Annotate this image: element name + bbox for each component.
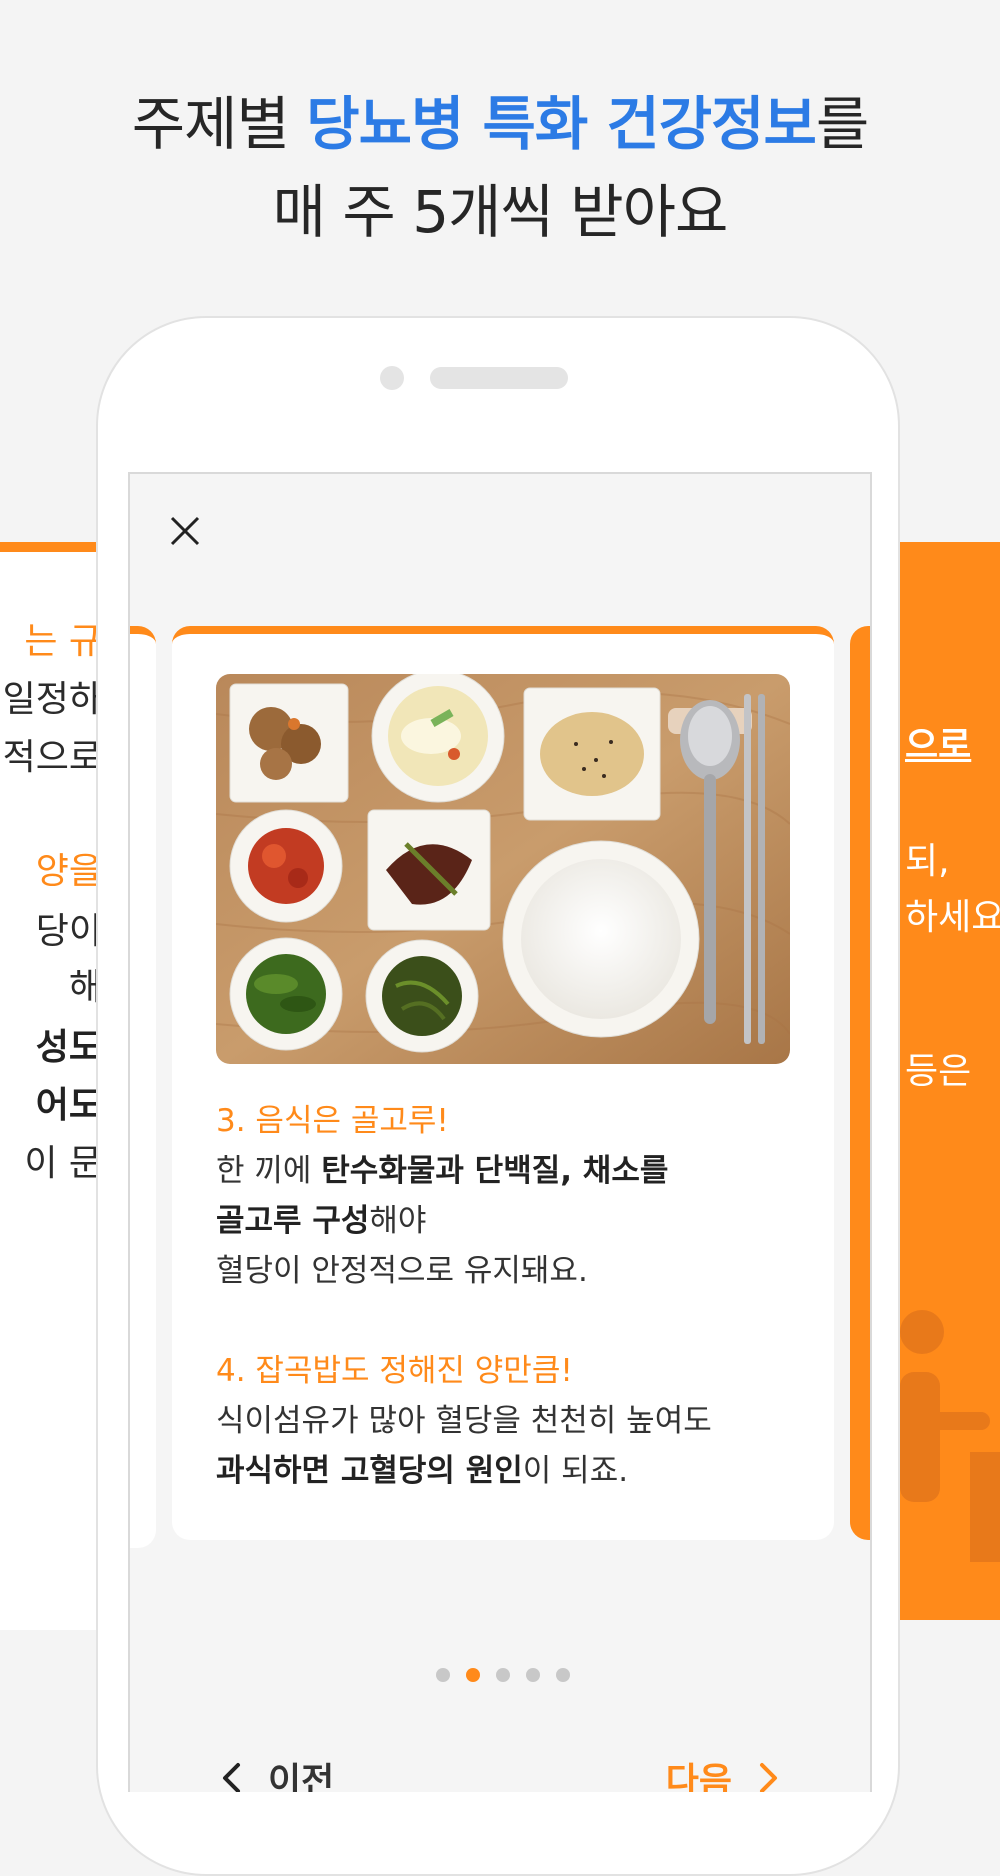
left-peek-text: 양을 xyxy=(35,851,96,892)
next-button[interactable]: 다음 xyxy=(666,1752,780,1792)
body-text: 해야 xyxy=(369,1203,427,1239)
left-peek-text: 정적으로 xyxy=(0,737,96,778)
page-dot[interactable] xyxy=(436,1668,450,1682)
right-peek-text: 되, xyxy=(905,841,950,882)
section-3-title: 3. 음식은 골고루! xyxy=(216,1103,449,1139)
chevron-left-icon xyxy=(223,1763,240,1792)
next-card-peek[interactable] xyxy=(850,626,870,1540)
next-card-background: 으로되, 하세요등은 xyxy=(900,542,1000,1620)
close-icon[interactable] xyxy=(168,514,202,548)
headline-text: 를 xyxy=(815,90,869,158)
prev-button[interactable]: 이전 xyxy=(220,1752,334,1792)
page-indicator xyxy=(436,1668,570,1682)
page-dot[interactable] xyxy=(556,1668,570,1682)
body-text: 한 끼에 xyxy=(216,1153,322,1189)
previous-card-background: 는 규일정하정적으로양을당이 해성도 어도이 문 xyxy=(0,542,96,1630)
food-tray-image xyxy=(216,674,790,1064)
speaker-grille xyxy=(430,367,568,389)
headline: 주제별 당뇨병 특화 건강정보를 매 주 5개씩 받아요 xyxy=(0,80,1000,256)
section-4-line-1: 식이섬유가 많아 혈당을 천천히 높여도 xyxy=(216,1403,712,1439)
body-text: 이 되죠. xyxy=(522,1453,629,1489)
camera-dot xyxy=(380,366,404,390)
chevron-right-icon xyxy=(760,1763,777,1792)
left-peek-text: 당이 xyxy=(35,911,96,952)
left-peek-text: 해 xyxy=(69,958,96,1010)
section-4-line-2: 과식하면 고혈당의 원인이 되죠. xyxy=(216,1446,806,1496)
section-3-line-3: 혈당이 안정적으로 유지돼요. xyxy=(216,1253,588,1289)
headline-highlight: 당뇨병 특화 건강정보 xyxy=(306,90,817,158)
phone-mockup: 3. 음식은 골고루! 한 끼에 탄수화물과 단백질, 채소를 골고루 구성해야… xyxy=(96,316,900,1876)
left-peek-text: 어도 xyxy=(35,1085,96,1126)
emphasis-text: 과식하면 고혈당의 원인 xyxy=(216,1453,523,1489)
previous-card-peek[interactable] xyxy=(130,626,156,1548)
emphasis-text: 골고루 구성 xyxy=(216,1203,370,1239)
right-peek-text: 으로 xyxy=(905,725,972,766)
card-body: 3. 음식은 골고루! 한 끼에 탄수화물과 단백질, 채소를 골고루 구성해야… xyxy=(216,1096,806,1496)
left-peek-text: 일정하 xyxy=(2,679,96,720)
section-3-line-1: 한 끼에 탄수화물과 단백질, 채소를 xyxy=(216,1146,806,1196)
headline-line-2: 매 주 5개씩 받아요 xyxy=(272,178,729,246)
next-label: 다음 xyxy=(665,1761,732,1792)
left-peek-text: 는 규 xyxy=(24,621,96,662)
page-dot[interactable] xyxy=(466,1668,480,1682)
page-dot[interactable] xyxy=(526,1668,540,1682)
emphasis-text: 탄수화물과 단백질, 채소를 xyxy=(321,1153,669,1189)
left-peek-text: 이 문 xyxy=(24,1143,96,1184)
chef-illustration xyxy=(900,1310,1000,1562)
section-4-title: 4. 잡곡밥도 정해진 양만큼! xyxy=(216,1353,573,1389)
left-peek-text: 성도 xyxy=(35,1027,96,1068)
right-peek-text: 등은 xyxy=(905,1051,972,1092)
headline-text: 주제별 xyxy=(131,90,307,158)
tip-card: 3. 음식은 골고루! 한 끼에 탄수화물과 단백질, 채소를 골고루 구성해야… xyxy=(172,626,834,1540)
section-3-line-2: 골고루 구성해야 xyxy=(216,1196,806,1246)
headline-line-1: 주제별 당뇨병 특화 건강정보를 xyxy=(0,80,1000,168)
phone-screen: 3. 음식은 골고루! 한 끼에 탄수화물과 단백질, 채소를 골고루 구성해야… xyxy=(128,472,872,1792)
page-dot[interactable] xyxy=(496,1668,510,1682)
prev-label: 이전 xyxy=(268,1761,335,1792)
right-peek-text: 하세요 xyxy=(905,897,1000,938)
